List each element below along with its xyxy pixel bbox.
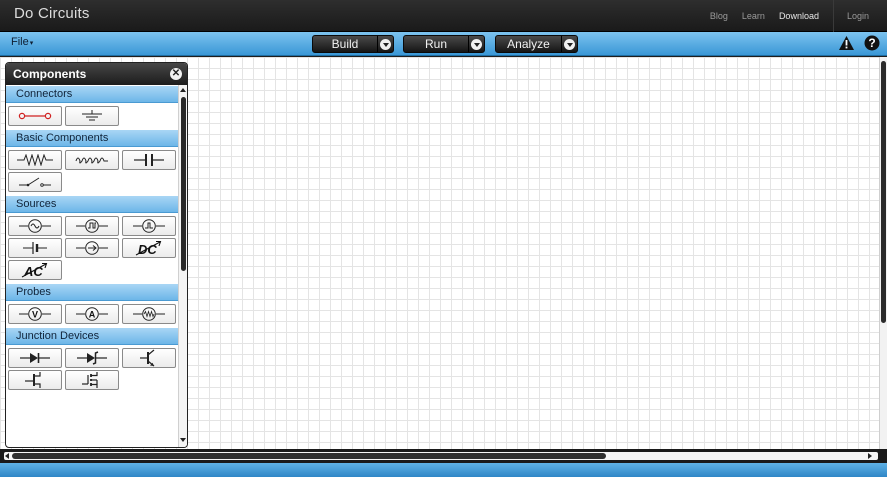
voltmeter-button[interactable]: V: [8, 304, 62, 324]
section-connectors[interactable]: Connectors: [6, 85, 178, 103]
chevron-down-icon: [471, 38, 482, 50]
pulse-source-icon: [133, 219, 165, 233]
build-dropdown[interactable]: [377, 36, 393, 52]
top-header: Do Circuits Blog Learn Download Login: [0, 0, 887, 32]
svg-text:?: ?: [868, 36, 875, 50]
build-button[interactable]: Build: [312, 35, 394, 53]
top-nav: Blog Learn Download Login: [710, 0, 887, 32]
nav-blog-link[interactable]: Blog: [710, 11, 728, 21]
analyze-button-label: Analyze: [507, 37, 550, 51]
analyze-button[interactable]: Analyze: [495, 35, 578, 53]
jfet-transistor-icon: [25, 372, 41, 388]
components-panel: Components ✕ Connectors Basic Components…: [5, 62, 188, 448]
wire-icon: [18, 112, 52, 120]
bottom-bar: [0, 463, 887, 477]
build-button-label: Build: [331, 37, 359, 51]
capacitor-icon: [134, 154, 164, 166]
basic-components-grid: [6, 147, 178, 195]
dc-voltage-source-button[interactable]: [8, 238, 62, 258]
switch-button[interactable]: [8, 172, 62, 192]
pulse-source-button[interactable]: [122, 216, 176, 236]
close-icon[interactable]: ✕: [170, 68, 182, 80]
ammeter-button[interactable]: A: [65, 304, 119, 324]
switch-icon: [19, 177, 51, 187]
ac-variable-source-icon: AC: [21, 262, 48, 279]
nav-login-link[interactable]: Login: [847, 11, 869, 21]
nav-download-link[interactable]: Download: [779, 11, 819, 21]
ground-icon: [82, 110, 102, 121]
capacitor-button[interactable]: [122, 150, 176, 170]
scroll-left-icon[interactable]: [5, 453, 9, 459]
run-button-label: Run: [424, 37, 447, 51]
inductor-icon: [75, 157, 108, 164]
file-menu[interactable]: File▾: [11, 36, 33, 48]
dc-variable-source-icon: DC: [135, 240, 162, 257]
ac-source-variable-button[interactable]: AC: [8, 260, 62, 280]
panel-vertical-scrollbar[interactable]: [178, 85, 187, 447]
current-source-icon: [76, 241, 108, 255]
mosfet-transistor-button[interactable]: [65, 370, 119, 390]
warning-icon[interactable]: [838, 35, 855, 51]
section-junction-devices[interactable]: Junction Devices: [6, 327, 178, 345]
zener-diode-button[interactable]: [65, 348, 119, 368]
section-sources[interactable]: Sources: [6, 195, 178, 213]
svg-text:V: V: [32, 310, 38, 320]
current-source-button[interactable]: [65, 238, 119, 258]
main-toolbar: File▾ Build Run Analyze: [0, 32, 887, 56]
section-probes[interactable]: Probes: [6, 283, 178, 301]
components-panel-title: Components: [13, 67, 87, 81]
panel-scroll-thumb[interactable]: [181, 97, 186, 271]
ohmmeter-icon: [133, 307, 165, 321]
sources-grid: DC AC: [6, 213, 178, 283]
bjt-transistor-icon: [140, 349, 155, 367]
connectors-grid: [6, 103, 178, 129]
ac-voltage-source-icon: [19, 219, 51, 233]
horizontal-scroll-thumb[interactable]: [12, 453, 606, 459]
run-button[interactable]: Run: [403, 35, 485, 53]
nav-learn-link[interactable]: Learn: [742, 11, 765, 21]
ac-voltage-source-button[interactable]: [8, 216, 62, 236]
bjt-transistor-button[interactable]: [122, 348, 176, 368]
chevron-down-icon: [564, 38, 575, 50]
diode-button[interactable]: [8, 348, 62, 368]
jfet-transistor-button[interactable]: [8, 370, 62, 390]
run-dropdown[interactable]: [468, 36, 484, 52]
components-panel-header[interactable]: Components ✕: [6, 63, 187, 85]
scroll-right-icon[interactable]: [868, 453, 872, 459]
mosfet-transistor-icon: [82, 372, 98, 388]
inductor-button[interactable]: [65, 150, 119, 170]
nav-divider: [832, 0, 834, 32]
dc-source-variable-button[interactable]: DC: [122, 238, 176, 258]
analyze-dropdown[interactable]: [561, 36, 577, 52]
square-wave-source-icon: [76, 219, 108, 233]
chevron-down-icon: [380, 38, 391, 50]
scroll-up-icon[interactable]: [180, 88, 186, 92]
svg-text:A: A: [89, 310, 96, 320]
chevron-down-icon: ▾: [29, 40, 34, 47]
canvas-horizontal-scrollbar[interactable]: [0, 449, 887, 463]
section-basic-components[interactable]: Basic Components: [6, 129, 178, 147]
ammeter-icon: A: [76, 307, 108, 321]
probes-grid: V A: [6, 301, 178, 327]
ground-button[interactable]: [65, 106, 119, 126]
canvas-vertical-scroll-thumb[interactable]: [881, 61, 886, 323]
resistor-button[interactable]: [8, 150, 62, 170]
resistor-icon: [17, 154, 53, 166]
scroll-down-icon[interactable]: [180, 438, 186, 442]
help-icon[interactable]: ?: [864, 35, 880, 51]
ohmmeter-button[interactable]: [122, 304, 176, 324]
square-wave-source-button[interactable]: [65, 216, 119, 236]
diode-icon: [20, 353, 50, 363]
wire-button[interactable]: [8, 106, 62, 126]
junction-devices-grid: [6, 345, 178, 393]
battery-icon: [23, 242, 47, 254]
canvas-vertical-scrollbar[interactable]: [879, 57, 887, 449]
voltmeter-icon: V: [19, 307, 51, 321]
app-title: Do Circuits: [14, 5, 90, 22]
components-panel-body: Connectors Basic Components Sources DC A…: [6, 85, 178, 447]
zener-diode-icon: [77, 351, 107, 365]
file-menu-label: File: [11, 36, 29, 48]
svg-text:DC: DC: [138, 242, 157, 257]
